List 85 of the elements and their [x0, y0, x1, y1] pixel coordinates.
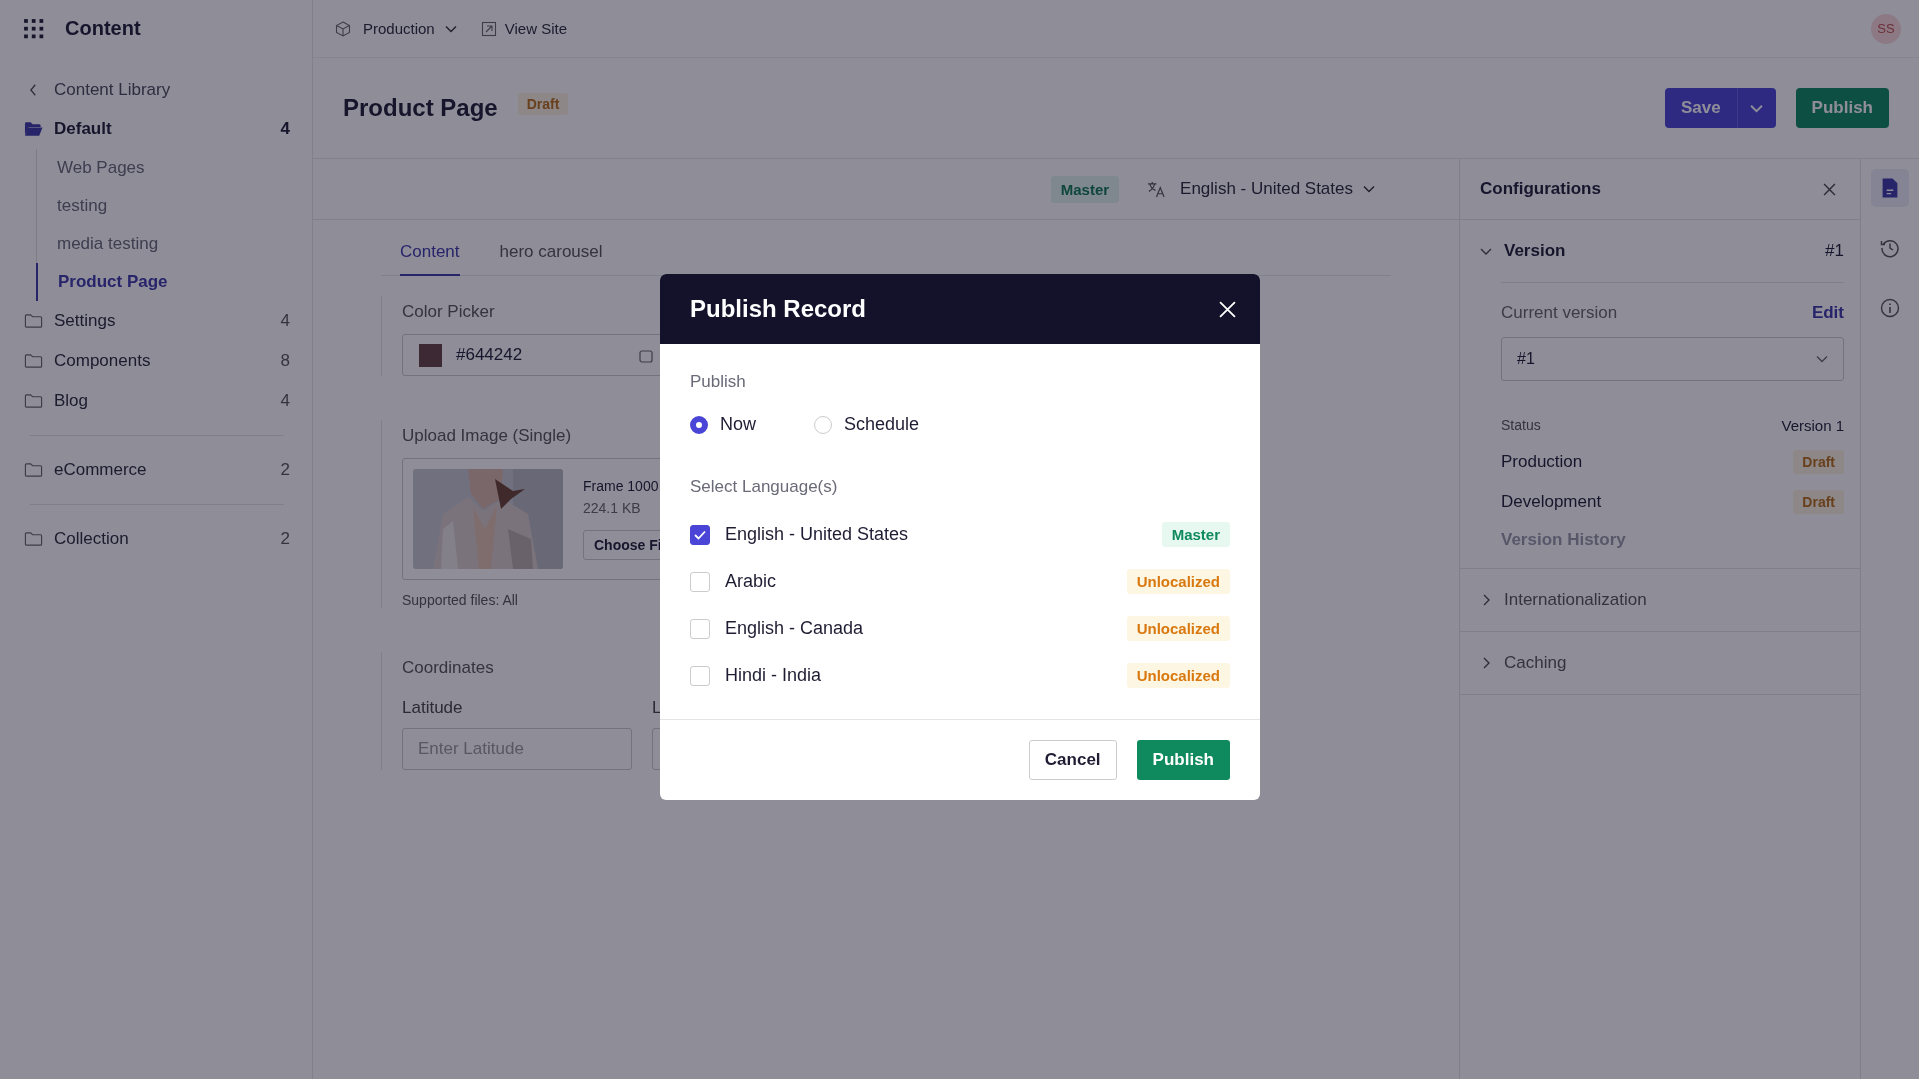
view-site-link[interactable]: View Site — [504, 20, 567, 37]
save-button[interactable]: Save — [1664, 88, 1738, 128]
language-status-tag: Master — [1161, 522, 1230, 547]
radio-button[interactable] — [690, 415, 708, 434]
info-icon[interactable] — [1880, 298, 1900, 318]
master-tag: Master — [1050, 175, 1120, 203]
folder-count: 4 — [280, 119, 290, 139]
tab[interactable]: Content — [400, 232, 460, 276]
field-label: Color Picker — [402, 302, 496, 322]
language-status-tag: Unlocalized — [1126, 616, 1230, 641]
section-header[interactable]: Internationalization — [1504, 590, 1844, 610]
page-item[interactable]: Product Page — [58, 272, 168, 292]
latitude-label: Latitude — [402, 698, 464, 718]
page-item[interactable]: media testing — [57, 234, 159, 254]
current-version-label: Current version — [1501, 303, 1618, 323]
page-item[interactable]: Web Pages — [57, 158, 145, 178]
folder-count: 2 — [280, 529, 290, 549]
panel-title: Configurations — [1480, 179, 1601, 199]
section-label: Publish — [690, 372, 747, 392]
external-link-icon — [480, 20, 497, 37]
document-icon[interactable] — [1881, 178, 1899, 198]
translate-icon — [1147, 180, 1167, 198]
color-value: #644242 — [456, 345, 524, 365]
status-tag: Draft — [517, 93, 569, 115]
language-name[interactable]: Arabic — [725, 571, 1127, 592]
version-select[interactable]: #1 — [1501, 337, 1844, 381]
environment-dropdown[interactable]: Production — [363, 20, 457, 37]
section-header[interactable]: Caching — [1504, 653, 1844, 673]
chevron-down-icon — [1750, 103, 1764, 113]
chevron-down-icon — [444, 24, 457, 33]
save-options-button[interactable] — [1737, 88, 1776, 128]
language-dropdown[interactable]: English - United States — [1180, 179, 1375, 199]
environment-name: Production — [1501, 452, 1583, 472]
section-label: Select Language(s) — [690, 477, 839, 497]
back-chevron-icon[interactable] — [29, 83, 38, 97]
folder-count: 4 — [280, 391, 290, 411]
folder-count: 8 — [280, 351, 290, 371]
content-library-link[interactable]: Content Library — [54, 80, 171, 100]
language-status-tag: Unlocalized — [1126, 663, 1230, 688]
dialog-title: Publish Record — [690, 295, 867, 323]
language-name[interactable]: English - United States — [725, 524, 1162, 545]
folder-item[interactable]: Default — [54, 119, 270, 139]
cancel-button[interactable]: Cancel — [1028, 740, 1117, 780]
section-header[interactable]: Version — [1504, 241, 1814, 261]
color-input[interactable]: #644242 — [402, 334, 660, 376]
checkmark-icon — [694, 529, 706, 540]
folder-item[interactable]: eCommerce — [54, 460, 270, 480]
checkbox[interactable] — [690, 524, 710, 545]
page-item[interactable]: testing — [57, 196, 108, 216]
app-title: Content — [65, 17, 141, 40]
choose-file-button[interactable]: Choose Fi — [583, 530, 660, 560]
folder-item[interactable]: Blog — [54, 391, 270, 411]
apps-grid-icon[interactable] — [23, 17, 45, 40]
tab[interactable]: hero carousel — [499, 232, 603, 276]
file-size: 224.1 KB — [583, 500, 641, 516]
field-label: Upload Image (Single) — [402, 426, 573, 446]
status-tag: Draft — [1793, 490, 1844, 514]
status-tag: Draft — [1793, 450, 1844, 474]
environment-name: Development — [1501, 492, 1602, 512]
file-name: Frame 1000 — [583, 478, 659, 494]
history-icon[interactable] — [1880, 238, 1900, 258]
edit-link[interactable]: Edit — [1811, 303, 1844, 323]
color-swatch — [419, 343, 442, 367]
version-number: #1 — [1825, 241, 1844, 261]
radio-label[interactable]: Now — [720, 414, 756, 435]
folder-count: 2 — [280, 460, 290, 480]
folder-item[interactable]: Collection — [54, 529, 270, 549]
folder-count: 4 — [280, 311, 290, 331]
publish-button[interactable]: Publish — [1795, 88, 1889, 128]
publish-confirm-button[interactable]: Publish — [1136, 740, 1230, 780]
language-name[interactable]: English - Canada — [725, 618, 1127, 639]
supported-files-hint: Supported files: All — [402, 592, 519, 608]
language-status-tag: Unlocalized — [1126, 569, 1230, 594]
cube-icon — [335, 20, 351, 37]
radio-label[interactable]: Schedule — [844, 414, 920, 435]
status-label: Status — [1501, 417, 1541, 434]
chevron-down-icon — [1363, 185, 1375, 193]
field-label: Coordinates — [402, 658, 495, 678]
folder-item[interactable]: Components — [54, 351, 270, 371]
page-title: Product Page — [343, 94, 498, 122]
language-name[interactable]: Hindi - India — [725, 665, 1127, 686]
status-version: Version 1 — [1781, 417, 1844, 434]
copy-icon[interactable] — [639, 347, 655, 363]
chevron-down-icon — [1816, 355, 1828, 363]
folder-item[interactable]: Settings — [54, 311, 270, 331]
